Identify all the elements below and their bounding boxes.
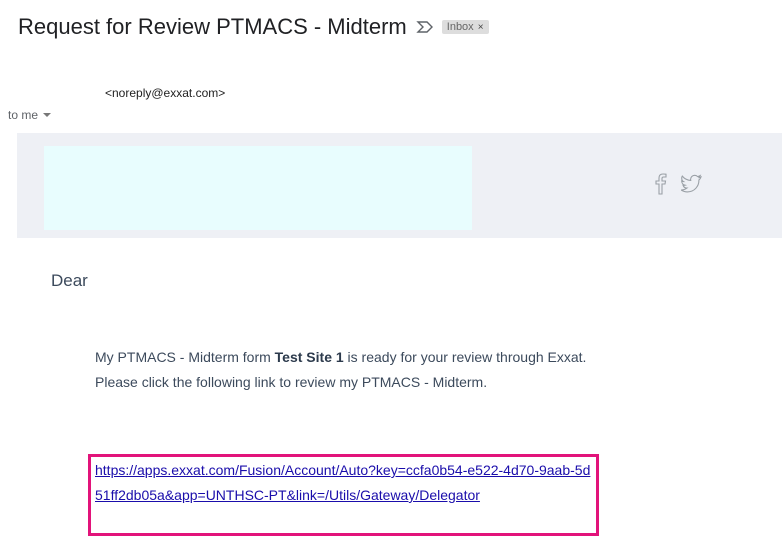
remove-label-button[interactable]: × [478, 22, 484, 33]
message-text-start: My PTMACS - Midterm form [95, 349, 275, 365]
message-paragraph: My PTMACS - Midterm form Test Site 1 is … [95, 345, 625, 395]
recipient-details-toggle[interactable]: to me [8, 108, 52, 122]
inbox-label-chip[interactable]: Inbox × [441, 20, 489, 34]
email-subject: Request for Review PTMACS - Midterm [18, 14, 407, 39]
site-name: Test Site 1 [274, 349, 344, 365]
logo-area [44, 146, 472, 230]
subject-row: Request for Review PTMACS - Midterm Inbo… [18, 14, 489, 40]
recipient-label: to me [8, 108, 39, 122]
greeting: Dear [51, 271, 88, 290]
importance-marker-icon[interactable] [416, 20, 434, 34]
review-link[interactable]: https://apps.exxat.com/Fusion/Account/Au… [95, 458, 595, 508]
inbox-label-text: Inbox [446, 21, 474, 33]
caret-down-icon[interactable] [43, 113, 52, 117]
sender-address: <noreply@exxat.com> [105, 86, 226, 100]
twitter-icon[interactable] [678, 173, 703, 198]
facebook-icon[interactable] [654, 173, 668, 200]
email-header-banner [17, 133, 782, 238]
